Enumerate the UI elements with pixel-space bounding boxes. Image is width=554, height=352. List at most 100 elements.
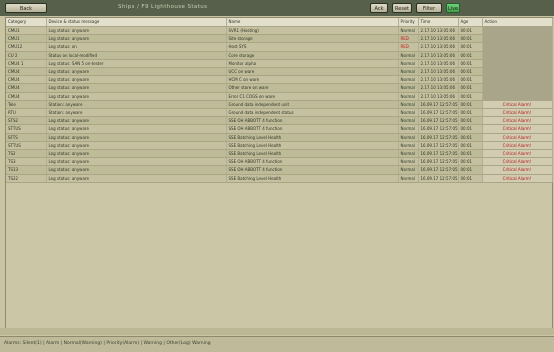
table-row[interactable]: CMU4 Log status: anyware Other store on wa…: [6, 83, 553, 93]
cell-time: 2.17.10 13:05:06: [418, 92, 459, 101]
table-row[interactable]: STS2 Log status: anyware SSE OH ABBOTT 4 f…: [6, 116, 553, 126]
table-row[interactable]: CMU4 Log status: anyware UCC on ware Normal…: [6, 67, 553, 77]
cell-message: Log status: anyware: [46, 149, 227, 159]
back-button[interactable]: Back: [5, 3, 47, 13]
cell-message: Log status: anyware: [46, 157, 227, 167]
cell-name: Error C1 COGS on ware: [226, 92, 399, 101]
cell-message: Station: anyware: [46, 100, 227, 110]
filter-button[interactable]: Filter: [416, 3, 442, 13]
live-button[interactable]: Live: [446, 3, 460, 13]
ack-button[interactable]: Ack: [370, 3, 388, 13]
cell-action[interactable]: Critical Alarm!: [482, 108, 553, 118]
cell-age: 00:01: [458, 174, 483, 183]
cell-category: TS13: [6, 165, 47, 175]
cell-message: Log status: anyware: [46, 34, 227, 44]
table-row[interactable]: STTUS Log status: anyware SSE OH ABBOTT 4 …: [6, 124, 553, 134]
cell-category: CMU1: [6, 34, 47, 44]
cell-action[interactable]: [482, 59, 553, 69]
cell-category: STTUS: [6, 141, 47, 151]
cell-name: UCC on ware: [226, 67, 399, 77]
cell-age: 00:01: [458, 100, 483, 110]
reset-button[interactable]: Reset: [392, 3, 412, 13]
cell-action[interactable]: [482, 26, 553, 36]
table-row[interactable]: SFTS Log status: anyware SSE Batching Leve…: [6, 133, 553, 142]
col-message[interactable]: Device & status message: [46, 18, 227, 27]
cell-age: 00:01: [458, 92, 483, 101]
table-row[interactable]: TS3 Log status: anyware SSE OH ABBOTT 4 fu…: [6, 157, 553, 167]
cell-action[interactable]: [482, 34, 553, 44]
cell-category: SFTS: [6, 133, 47, 142]
col-name[interactable]: Name: [226, 18, 399, 27]
cell-time: 2.17.10 13:05:06: [418, 26, 459, 36]
table-row[interactable]: CU 2 Status on local-modified Core storage…: [6, 51, 553, 60]
table-row[interactable]: CMU4 Log status: anyware Error C1 COGS on …: [6, 92, 553, 101]
cell-name: SSE OH ABBOTT 4 function: [226, 165, 399, 175]
cell-category: CMU4: [6, 92, 47, 101]
cell-priority: Normal: [398, 51, 419, 60]
table-row[interactable]: RTU Station: anyware Ground data independe…: [6, 108, 553, 118]
cell-priority: Normal: [398, 116, 419, 126]
cell-time: 16.09.17 12:57:05: [418, 149, 459, 159]
table-row[interactable]: TS2 Log status: anyware SSE Batching Level…: [6, 149, 553, 159]
cell-action[interactable]: [482, 75, 553, 85]
table-row[interactable]: Tele Station: anyware Ground data independ…: [6, 100, 553, 110]
cell-age: 00:01: [458, 75, 483, 85]
table-footer-space: [0, 328, 554, 335]
cell-action[interactable]: Critical Alarm!: [482, 133, 553, 142]
cell-action[interactable]: [482, 67, 553, 77]
cell-age: 00:01: [458, 59, 483, 69]
cell-action[interactable]: Critical Alarm!: [482, 100, 553, 110]
cell-priority: Normal: [398, 26, 419, 36]
table-row[interactable]: STTUS Log status: anyware SSE Batching Lev…: [6, 141, 553, 151]
cell-action[interactable]: Critical Alarm!: [482, 149, 553, 159]
cell-action[interactable]: Critical Alarm!: [482, 141, 553, 151]
cell-age: 00:01: [458, 83, 483, 93]
cell-priority: Normal: [398, 75, 419, 85]
cell-name: SSE Batching Level Health: [226, 133, 399, 142]
cell-priority: Normal: [398, 83, 419, 93]
table-row[interactable]: CMU12 Log status: on Host SYS RED 2.17.10 13…: [6, 42, 553, 52]
cell-age: 00:01: [458, 133, 483, 142]
cell-message: Log status: SAN 5 on-tester: [46, 59, 227, 69]
cell-action[interactable]: Critical Alarm!: [482, 165, 553, 175]
cell-name: Monitor alpha: [226, 59, 399, 69]
table-row[interactable]: CMU4 1 Log status: SAN 5 on-tester Monitor…: [6, 59, 553, 69]
alarm-table: Category Device & status message Name Pr…: [5, 17, 553, 329]
col-age[interactable]: Age: [458, 18, 483, 27]
cell-action[interactable]: [482, 51, 553, 60]
cell-name: Host SYS: [226, 42, 399, 52]
col-category[interactable]: Category: [6, 18, 47, 27]
cell-name: Ground data independent status: [226, 108, 399, 118]
cell-name: SSE Batching Level Health: [226, 141, 399, 151]
col-action[interactable]: Action: [482, 18, 553, 27]
cell-action[interactable]: Critical Alarm!: [482, 124, 553, 134]
table-row[interactable]: TS13 Log status: anyware SSE OH ABBOTT 4 f…: [6, 165, 553, 175]
status-text: Alarms: Silent(1) | Alarm | Normal(Warni…: [4, 341, 211, 346]
col-time[interactable]: Time: [418, 18, 459, 27]
cell-action[interactable]: [482, 92, 553, 101]
cell-time: 2.17.10 13:05:06: [418, 59, 459, 69]
cell-action[interactable]: Critical Alarm!: [482, 116, 553, 126]
cell-age: 00:01: [458, 157, 483, 167]
cell-message: Log status: anyware: [46, 141, 227, 151]
table-row[interactable]: CMU1 Log status: anyware Site storage RED 2.…: [6, 34, 553, 44]
cell-time: 16.09.17 12:57:05: [418, 124, 459, 134]
table-row[interactable]: CMU1 Log status: anyware SVR1 (Hosting) Nor…: [6, 26, 553, 36]
cell-message: Log status: anyware: [46, 124, 227, 134]
cell-time: 16.09.17 12:57:05: [418, 100, 459, 110]
cell-action[interactable]: [482, 42, 553, 52]
table-row[interactable]: CMU4 Log status: anyware HCM C on ware Norm…: [6, 75, 553, 85]
status-bar: Alarms: Silent(1) | Alarm | Normal(Warni…: [0, 336, 554, 352]
cell-action[interactable]: Critical Alarm!: [482, 174, 553, 183]
cell-action[interactable]: [482, 83, 553, 93]
cell-category: CMU4: [6, 67, 47, 77]
table-row[interactable]: TS22 Log status: anyware SSE Batching Leve…: [6, 174, 553, 183]
cell-action[interactable]: Critical Alarm!: [482, 157, 553, 167]
cell-message: Log status: anyware: [46, 26, 227, 36]
col-priority[interactable]: Priority: [398, 18, 419, 27]
cell-priority: Normal: [398, 124, 419, 134]
cell-priority: Normal: [398, 59, 419, 69]
cell-name: Site storage: [226, 34, 399, 44]
cell-time: 16.09.17 12:57:05: [418, 141, 459, 151]
cell-priority: Normal: [398, 165, 419, 175]
